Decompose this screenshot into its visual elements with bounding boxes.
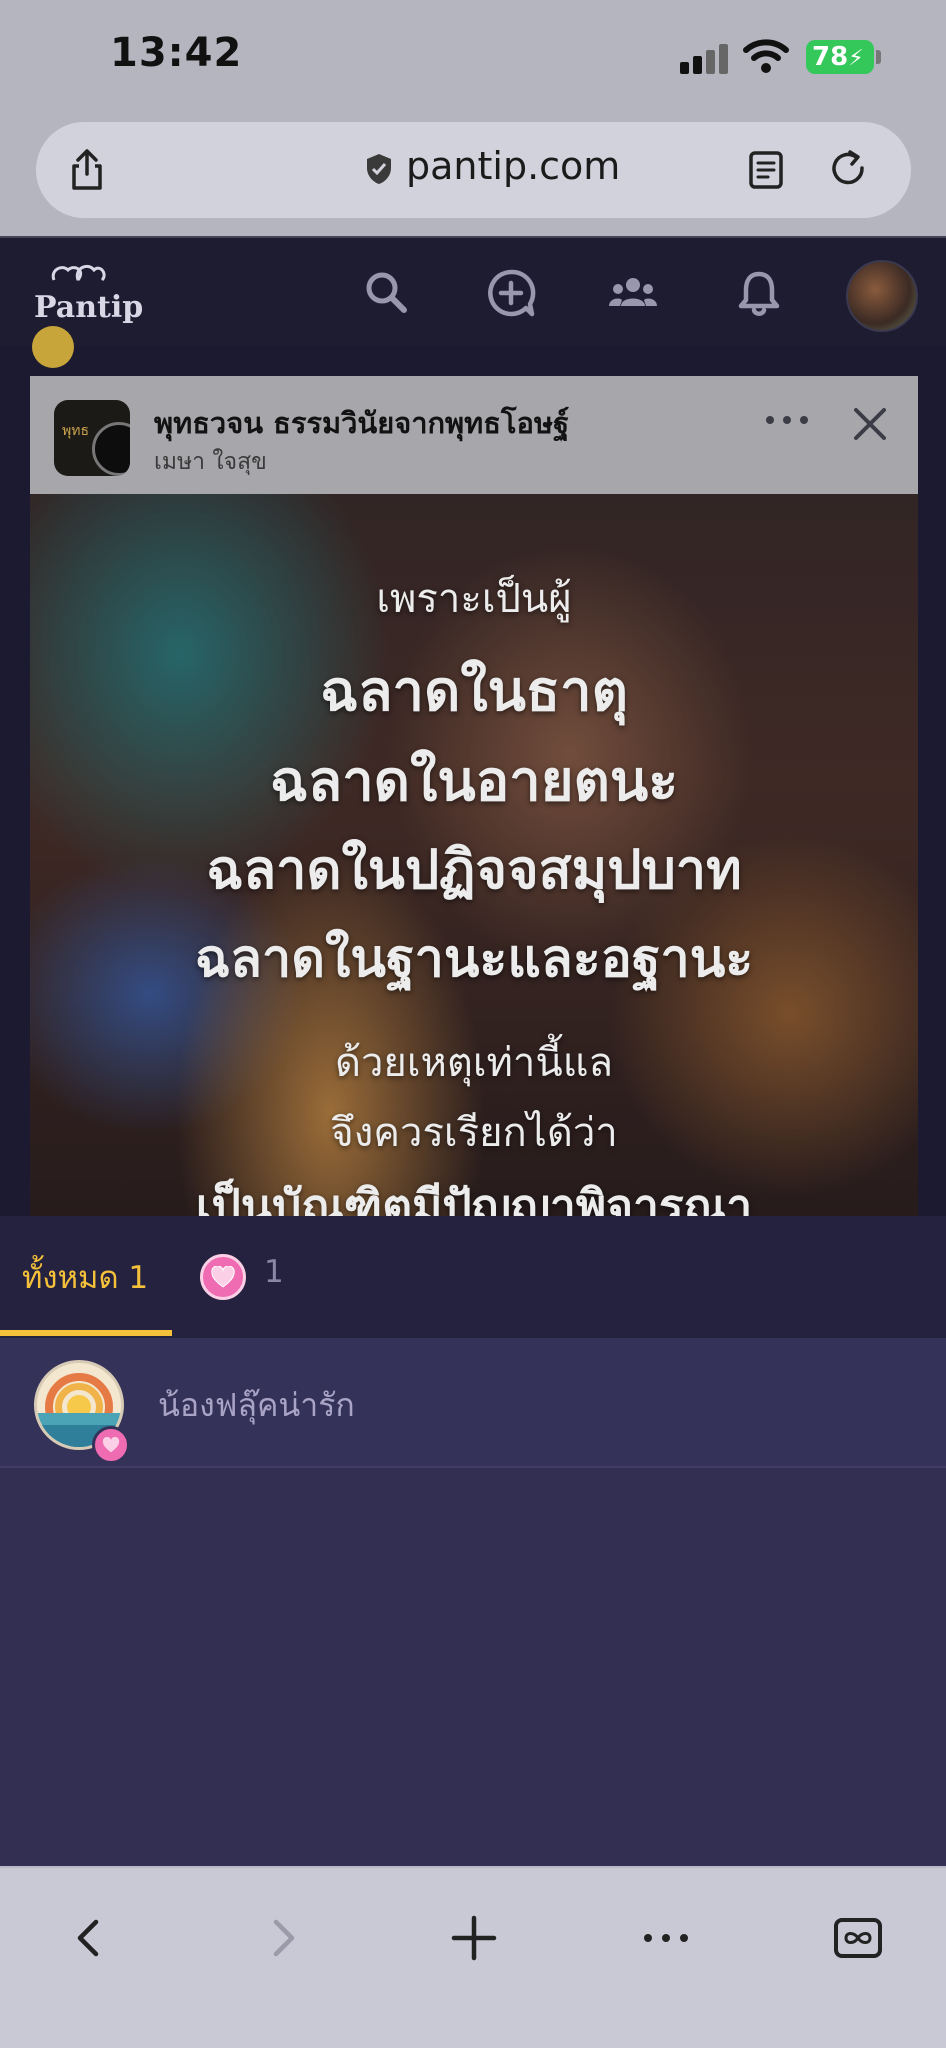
new-topic-icon[interactable] (486, 268, 536, 318)
image-text-line: ด้วยเหตุเท่านี้แล (334, 1040, 614, 1086)
post-card-header: พุทธ พุทธวจน ธรรมวินัยจากพุทธโอษฐ์ เมษา … (30, 376, 918, 494)
image-text-line: ฉลาดในฐานะและอฐานะ (194, 929, 754, 989)
logo-mark (51, 264, 106, 282)
forward-icon[interactable] (254, 1910, 310, 1966)
image-text-line: ฉลาดในอายตนะ (269, 749, 679, 814)
reaction-user-row[interactable]: น้องฟลุ๊คน่ารัก (0, 1338, 946, 1468)
url-domain[interactable]: pantip.com (406, 144, 620, 188)
browser-toolbar (0, 1866, 946, 2048)
back-icon[interactable] (62, 1910, 118, 1966)
more-icon[interactable] (638, 1910, 694, 1966)
page-name[interactable]: พุทธวจน ธรรมวินัยจากพุทธโอษฐ์ (154, 400, 569, 446)
wifi-icon (743, 39, 789, 73)
image-text-line: เพราะเป็นผู้ (376, 576, 572, 622)
heart-count: 1 (264, 1254, 284, 1290)
page-avatar[interactable]: พุทธ (54, 400, 130, 476)
post-image[interactable]: เพราะเป็นผู้ ฉลาดในธาตุ ฉลาดในอายตนะ ฉลา… (30, 494, 918, 1216)
emoji-icon (32, 326, 74, 368)
search-icon[interactable] (362, 268, 412, 318)
site-header: Pantip (0, 236, 946, 346)
bell-icon[interactable] (734, 268, 784, 318)
user-name[interactable]: น้องฟลุ๊คน่ารัก (158, 1380, 355, 1431)
image-text-line: ฉลาดในธาตุ (320, 659, 628, 724)
close-icon[interactable] (850, 404, 890, 444)
reader-icon[interactable] (748, 150, 784, 190)
browser-window: 13:42 78⚡ pantip.com Pantip พุทธ พุทธวจน… (0, 0, 946, 2048)
profile-avatar[interactable] (846, 260, 918, 332)
new-tab-icon[interactable] (446, 1910, 502, 1966)
tab-all-reactions[interactable]: ทั้งหมด 1 (0, 1216, 172, 1338)
page-avatar-mark: พุทธ (62, 423, 90, 439)
heart-icon (200, 1254, 246, 1300)
battery-level: 78 (812, 42, 849, 72)
post-author[interactable]: เมษา ใจสุข (154, 444, 267, 480)
address-bar[interactable]: pantip.com (36, 122, 911, 218)
active-tab-indicator (0, 1330, 172, 1336)
reactions-panel: ทั้งหมด 1 1 น้องฟลุ๊คน่ารัก (0, 1216, 946, 1866)
tab-heart-reactions[interactable]: 1 (198, 1216, 298, 1338)
status-time: 13:42 (110, 30, 243, 76)
tab-all-label: ทั้งหมด 1 (22, 1260, 149, 1296)
pantip-logo[interactable]: Pantip (34, 260, 143, 330)
tabs-icon[interactable] (830, 1910, 886, 1966)
reload-icon[interactable] (826, 146, 872, 192)
community-icon[interactable] (608, 268, 658, 318)
image-text-line: จึงควรเรียกได้ว่า (330, 1110, 618, 1156)
browser-address-area: pantip.com (0, 112, 946, 236)
battery-cap (876, 50, 881, 64)
battery-indicator: 78⚡ (806, 40, 874, 74)
image-text-line: เป็นบัณฑิตมีปัญญาพิจารณา (195, 1179, 753, 1216)
shield-icon (367, 154, 391, 184)
cellular-signal-icon (680, 44, 732, 74)
page-avatar-ring (92, 422, 130, 476)
logo-text: Pantip (34, 290, 144, 325)
status-bar: 13:42 78⚡ (0, 0, 946, 112)
share-icon[interactable] (64, 146, 110, 192)
embedded-post-card: พุทธ พุทธวจน ธรรมวินัยจากพุทธโอษฐ์ เมษา … (30, 376, 918, 1216)
more-options-icon[interactable] (760, 410, 814, 430)
heart-icon (92, 1426, 130, 1464)
image-text-line: ฉลาดในปฏิจจสมุปบาท (206, 838, 742, 901)
reaction-tabs: ทั้งหมด 1 1 (0, 1216, 946, 1338)
